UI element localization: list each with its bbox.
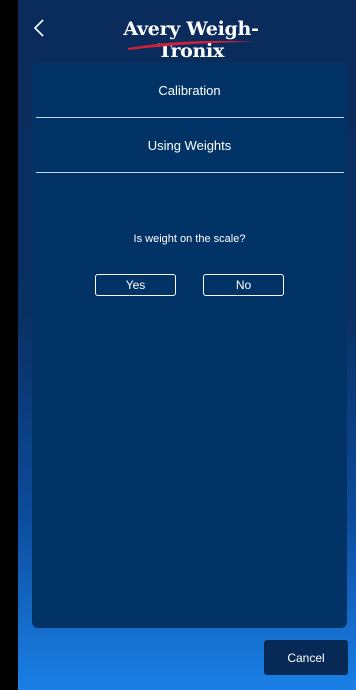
app-header: Avery Weigh-Tronix — [18, 0, 356, 62]
no-button-label: No — [235, 278, 252, 292]
chevron-left-icon — [34, 19, 44, 37]
device-frame: Avery Weigh-Tronix Calibration Using Wei… — [0, 0, 356, 690]
divider — [36, 172, 344, 173]
yes-button-label: Yes — [125, 278, 146, 292]
divider — [36, 117, 344, 118]
panel-subtitle: Using Weights — [147, 138, 232, 153]
app-screen: Avery Weigh-Tronix Calibration Using Wei… — [18, 0, 356, 690]
cancel-button[interactable]: Cancel — [264, 640, 348, 675]
cancel-button-label: Cancel — [287, 650, 325, 665]
avery-weigh-tronix-logo: Avery Weigh-Tronix — [106, 18, 276, 62]
logo-swoosh — [128, 40, 256, 50]
calibration-panel: Calibration Using Weights Is weight on t… — [32, 63, 347, 628]
no-button[interactable]: No — [203, 274, 284, 296]
question-text: Is weight on the scale? — [133, 233, 246, 245]
back-button[interactable] — [30, 16, 48, 40]
yes-button[interactable]: Yes — [95, 274, 176, 296]
panel-title: Calibration — [158, 83, 221, 98]
